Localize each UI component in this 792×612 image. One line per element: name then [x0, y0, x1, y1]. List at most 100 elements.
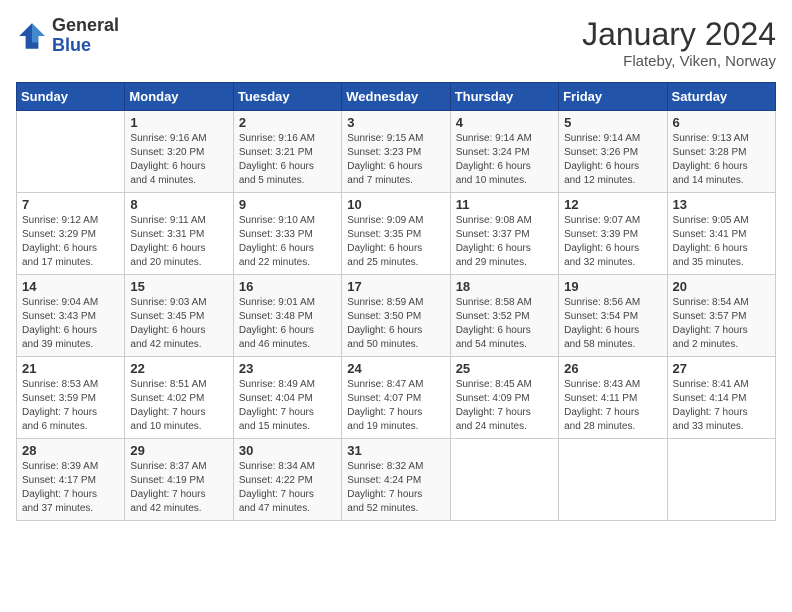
- location-subtitle: Flateby, Viken, Norway: [582, 53, 776, 70]
- calendar-cell: 24 Sunrise: 8:47 AMSunset: 4:07 PMDayligh…: [342, 357, 450, 439]
- calendar-cell: 6Sunrise: 9:13 AMSunset: 3:28 PMDaylight…: [667, 111, 775, 193]
- day-number: 4: [456, 115, 553, 130]
- day-detail: Sunrise: 8:32 AMSunset: 4:24 PMDaylight:…: [347, 460, 444, 516]
- day-number: 30: [239, 443, 336, 458]
- day-number: 10: [347, 197, 444, 212]
- calendar-cell: 31 Sunrise: 8:32 AMSunset: 4:24 PMDayligh…: [342, 439, 450, 521]
- calendar-cell: 1Sunrise: 9:16 AMSunset: 3:20 PMDaylight…: [125, 111, 233, 193]
- calendar-cell: 5 Sunrise: 9:14 AMSunset: 3:26 PMDaylight…: [559, 111, 667, 193]
- calendar-cell: 21Sunrise: 8:53 AMSunset: 3:59 PMDayligh…: [17, 357, 125, 439]
- week-row-4: 21Sunrise: 8:53 AMSunset: 3:59 PMDayligh…: [17, 357, 776, 439]
- day-number: 14: [22, 279, 119, 294]
- calendar-cell: 3 Sunrise: 9:15 AMSunset: 3:23 PMDaylight…: [342, 111, 450, 193]
- calendar-cell: 29 Sunrise: 8:37 AMSunset: 4:19 PMDayligh…: [125, 439, 233, 521]
- week-row-5: 28Sunrise: 8:39 AMSunset: 4:17 PMDayligh…: [17, 439, 776, 521]
- month-title: January 2024: [582, 16, 776, 53]
- day-detail: Sunrise: 8:37 AMSunset: 4:19 PMDaylight:…: [130, 460, 227, 516]
- calendar-cell: 2 Sunrise: 9:16 AMSunset: 3:21 PMDaylight…: [233, 111, 341, 193]
- day-number: 21: [22, 361, 119, 376]
- day-number: 26: [564, 361, 661, 376]
- day-detail: Sunrise: 8:51 AMSunset: 4:02 PMDaylight:…: [130, 378, 227, 434]
- calendar-cell: 4Sunrise: 9:14 AMSunset: 3:24 PMDaylight…: [450, 111, 558, 193]
- day-number: 29: [130, 443, 227, 458]
- day-number: 27: [673, 361, 770, 376]
- day-detail: Sunrise: 8:34 AMSunset: 4:22 PMDaylight:…: [239, 460, 336, 516]
- day-number: 8: [130, 197, 227, 212]
- calendar-header: SundayMondayTuesdayWednesdayThursdayFrid…: [17, 83, 776, 111]
- logo-text: General Blue: [52, 16, 119, 56]
- title-block: January 2024 Flateby, Viken, Norway: [582, 16, 776, 70]
- logo-general-text: General: [52, 16, 119, 36]
- header-monday: Monday: [125, 83, 233, 111]
- day-detail: Sunrise: 9:04 AMSunset: 3:43 PMDaylight:…: [22, 296, 119, 352]
- day-detail: Sunrise: 8:49 AMSunset: 4:04 PMDaylight:…: [239, 378, 336, 434]
- day-number: 16: [239, 279, 336, 294]
- header-saturday: Saturday: [667, 83, 775, 111]
- day-number: 25: [456, 361, 553, 376]
- calendar-cell: 14 Sunrise: 9:04 AMSunset: 3:43 PMDayligh…: [17, 275, 125, 357]
- header-friday: Friday: [559, 83, 667, 111]
- logo-icon: [16, 20, 48, 52]
- calendar-cell: 17 Sunrise: 8:59 AMSunset: 3:50 PMDayligh…: [342, 275, 450, 357]
- day-number: 5: [564, 115, 661, 130]
- header-sunday: Sunday: [17, 83, 125, 111]
- day-number: 20: [673, 279, 770, 294]
- day-number: 28: [22, 443, 119, 458]
- day-number: 11: [456, 197, 553, 212]
- day-number: 3: [347, 115, 444, 130]
- day-detail: Sunrise: 9:08 AMSunset: 3:37 PMDaylight:…: [456, 214, 553, 270]
- calendar-cell: 11 Sunrise: 9:08 AMSunset: 3:37 PMDayligh…: [450, 193, 558, 275]
- day-detail: Sunrise: 8:45 AMSunset: 4:09 PMDaylight:…: [456, 378, 553, 434]
- calendar-cell: 16 Sunrise: 9:01 AMSunset: 3:48 PMDayligh…: [233, 275, 341, 357]
- day-detail: Sunrise: 9:11 AMSunset: 3:31 PMDaylight:…: [130, 214, 227, 270]
- calendar-cell: 28Sunrise: 8:39 AMSunset: 4:17 PMDayligh…: [17, 439, 125, 521]
- day-number: 31: [347, 443, 444, 458]
- day-detail: Sunrise: 8:47 AMSunset: 4:07 PMDaylight:…: [347, 378, 444, 434]
- header-tuesday: Tuesday: [233, 83, 341, 111]
- day-detail: Sunrise: 9:14 AMSunset: 3:26 PMDaylight:…: [564, 132, 661, 188]
- day-number: 7: [22, 197, 119, 212]
- week-row-2: 7 Sunrise: 9:12 AMSunset: 3:29 PMDaylight…: [17, 193, 776, 275]
- day-detail: Sunrise: 9:12 AMSunset: 3:29 PMDaylight:…: [22, 214, 119, 270]
- day-detail: Sunrise: 8:54 AMSunset: 3:57 PMDaylight:…: [673, 296, 770, 352]
- calendar-cell: 18Sunrise: 8:58 AMSunset: 3:52 PMDayligh…: [450, 275, 558, 357]
- calendar-cell: [667, 439, 775, 521]
- day-detail: Sunrise: 9:15 AMSunset: 3:23 PMDaylight:…: [347, 132, 444, 188]
- calendar-cell: 7 Sunrise: 9:12 AMSunset: 3:29 PMDaylight…: [17, 193, 125, 275]
- day-detail: Sunrise: 9:03 AMSunset: 3:45 PMDaylight:…: [130, 296, 227, 352]
- logo-blue-text: Blue: [52, 36, 119, 56]
- day-number: 24: [347, 361, 444, 376]
- day-number: 22: [130, 361, 227, 376]
- calendar-cell: 30 Sunrise: 8:34 AMSunset: 4:22 PMDayligh…: [233, 439, 341, 521]
- day-detail: Sunrise: 9:01 AMSunset: 3:48 PMDaylight:…: [239, 296, 336, 352]
- day-number: 17: [347, 279, 444, 294]
- calendar-cell: 20 Sunrise: 8:54 AMSunset: 3:57 PMDayligh…: [667, 275, 775, 357]
- day-detail: Sunrise: 8:58 AMSunset: 3:52 PMDaylight:…: [456, 296, 553, 352]
- day-detail: Sunrise: 8:56 AMSunset: 3:54 PMDaylight:…: [564, 296, 661, 352]
- calendar-cell: 13Sunrise: 9:05 AMSunset: 3:41 PMDayligh…: [667, 193, 775, 275]
- day-detail: Sunrise: 9:10 AMSunset: 3:33 PMDaylight:…: [239, 214, 336, 270]
- calendar-cell: 15Sunrise: 9:03 AMSunset: 3:45 PMDayligh…: [125, 275, 233, 357]
- week-row-1: 1Sunrise: 9:16 AMSunset: 3:20 PMDaylight…: [17, 111, 776, 193]
- day-number: 2: [239, 115, 336, 130]
- calendar-cell: [450, 439, 558, 521]
- day-number: 6: [673, 115, 770, 130]
- calendar-cell: 12Sunrise: 9:07 AMSunset: 3:39 PMDayligh…: [559, 193, 667, 275]
- calendar-cell: 9 Sunrise: 9:10 AMSunset: 3:33 PMDaylight…: [233, 193, 341, 275]
- day-detail: Sunrise: 8:59 AMSunset: 3:50 PMDaylight:…: [347, 296, 444, 352]
- calendar-cell: 25 Sunrise: 8:45 AMSunset: 4:09 PMDayligh…: [450, 357, 558, 439]
- day-detail: Sunrise: 8:41 AMSunset: 4:14 PMDaylight:…: [673, 378, 770, 434]
- header-row: SundayMondayTuesdayWednesdayThursdayFrid…: [17, 83, 776, 111]
- calendar-cell: [559, 439, 667, 521]
- day-detail: Sunrise: 9:09 AMSunset: 3:35 PMDaylight:…: [347, 214, 444, 270]
- day-number: 12: [564, 197, 661, 212]
- calendar-body: 1Sunrise: 9:16 AMSunset: 3:20 PMDaylight…: [17, 111, 776, 521]
- day-number: 9: [239, 197, 336, 212]
- week-row-3: 14 Sunrise: 9:04 AMSunset: 3:43 PMDayligh…: [17, 275, 776, 357]
- day-number: 1: [130, 115, 227, 130]
- day-number: 23: [239, 361, 336, 376]
- day-detail: Sunrise: 9:16 AMSunset: 3:21 PMDaylight:…: [239, 132, 336, 188]
- calendar-cell: 19Sunrise: 8:56 AMSunset: 3:54 PMDayligh…: [559, 275, 667, 357]
- calendar-cell: 8 Sunrise: 9:11 AMSunset: 3:31 PMDaylight…: [125, 193, 233, 275]
- day-number: 13: [673, 197, 770, 212]
